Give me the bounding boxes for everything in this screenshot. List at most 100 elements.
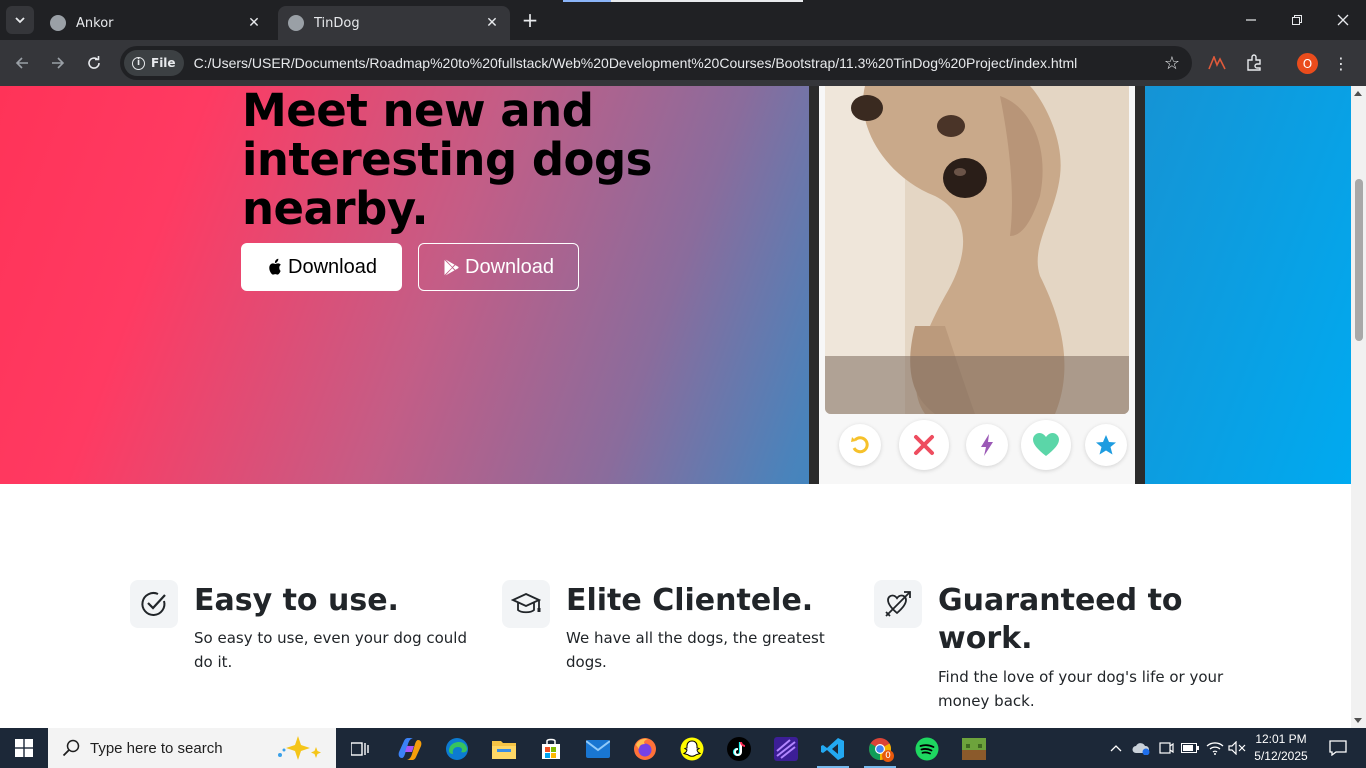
tab-search-button[interactable] xyxy=(6,6,34,34)
show-hidden-icons[interactable] xyxy=(1106,728,1126,768)
profile-avatar[interactable]: O xyxy=(1297,53,1318,74)
phone-screen xyxy=(819,86,1135,484)
weather-tray[interactable] xyxy=(1130,728,1152,768)
globe-icon xyxy=(288,15,304,31)
file-chip-label: File xyxy=(151,56,176,70)
mail-icon xyxy=(586,740,610,758)
extension-acrobat-icon[interactable] xyxy=(1206,52,1228,74)
feature-elite-title: Elite Clientele. xyxy=(566,583,814,618)
bookmark-star-icon[interactable]: ☆ xyxy=(1158,53,1186,74)
cloud-icon xyxy=(1132,743,1150,755)
reload-button[interactable] xyxy=(80,49,108,77)
site-info-chip[interactable]: i File xyxy=(124,50,184,76)
menu-kebab-icon[interactable]: ⋮ xyxy=(1330,52,1352,74)
page-viewport: Meet new and interesting dogs nearby. Do… xyxy=(0,86,1351,728)
scrollbar-thumb[interactable] xyxy=(1355,179,1363,341)
task-view-button[interactable] xyxy=(340,732,380,766)
check-circle-icon xyxy=(141,592,166,616)
snapchat-app[interactable] xyxy=(672,732,712,766)
arrow-left-icon xyxy=(15,57,28,69)
feature-easy-text: So easy to use, even your dog could do i… xyxy=(194,629,467,671)
nope-icon xyxy=(914,435,934,455)
page-load-progress xyxy=(563,0,803,2)
windows-taskbar: Type here to search 0 12:01 PM 5/12/2025 xyxy=(0,728,1366,768)
super-like-button[interactable] xyxy=(1085,424,1127,466)
battery-icon xyxy=(1181,743,1199,753)
chrome-app[interactable]: 0 xyxy=(860,732,900,768)
feature-elite-text: We have all the dogs, the greatest dogs. xyxy=(566,629,825,671)
download-apple-label: Download xyxy=(288,255,377,278)
super-like-icon xyxy=(1096,435,1116,455)
notification-center-button[interactable] xyxy=(1318,728,1358,768)
scroll-up-arrow[interactable] xyxy=(1354,91,1362,96)
minimize-button[interactable] xyxy=(1228,0,1274,40)
close-icon xyxy=(1337,14,1349,26)
feature-guarantee-title: Guaranteed to work. xyxy=(938,583,1183,656)
clock-time: 12:01 PM xyxy=(1255,732,1307,746)
volume-tray[interactable] xyxy=(1226,728,1248,768)
url-text[interactable]: C:/Users/USER/Documents/Roadmap%20to%20f… xyxy=(194,55,1158,71)
tab-tindog[interactable]: TinDog ✕ xyxy=(278,6,510,40)
nope-button[interactable] xyxy=(899,420,949,470)
vscode-app[interactable] xyxy=(813,732,853,768)
taskbar-search-box[interactable]: Type here to search xyxy=(48,728,336,768)
taskbar-clock[interactable]: 12:01 PM 5/12/2025 xyxy=(1248,731,1314,765)
tab-ankor[interactable]: Ankor ✕ xyxy=(40,6,272,40)
close-icon[interactable]: ✕ xyxy=(246,15,262,31)
vscode-icon xyxy=(821,738,844,760)
snapchat-icon xyxy=(680,737,704,761)
address-bar[interactable]: i File C:/Users/USER/Documents/Roadmap%2… xyxy=(120,46,1192,80)
minimize-icon xyxy=(1246,19,1256,21)
clipchamp-icon xyxy=(774,737,798,761)
file-explorer-app[interactable] xyxy=(484,732,524,766)
extensions-puzzle-icon[interactable] xyxy=(1243,52,1265,74)
boost-button[interactable] xyxy=(966,424,1008,466)
camera-icon xyxy=(1159,742,1174,754)
task-view-icon xyxy=(351,742,369,756)
battery-tray[interactable] xyxy=(1179,728,1201,768)
download-apple-button[interactable]: Download xyxy=(241,243,402,291)
tiktok-app[interactable] xyxy=(719,732,759,766)
graduation-cap-icon xyxy=(511,593,541,614)
firefox-icon xyxy=(634,738,656,760)
meet-now-tray[interactable] xyxy=(1156,728,1176,768)
apple-icon xyxy=(269,258,281,275)
wifi-tray[interactable] xyxy=(1204,728,1226,768)
clipchamp-app[interactable] xyxy=(766,732,806,766)
like-button[interactable] xyxy=(1021,420,1071,470)
copilot-icon xyxy=(398,738,422,760)
globe-icon xyxy=(50,15,66,31)
wifi-icon xyxy=(1206,742,1224,755)
edge-app[interactable] xyxy=(437,732,477,766)
spotify-app[interactable] xyxy=(907,732,947,766)
chrome-badge: 0 xyxy=(882,750,894,762)
chevron-down-icon xyxy=(15,17,25,24)
feature-easy-icon-box xyxy=(130,580,178,628)
boost-icon xyxy=(981,434,993,456)
firefox-app[interactable] xyxy=(625,732,665,766)
arrow-right-icon xyxy=(52,57,65,69)
minecraft-app[interactable] xyxy=(954,732,994,766)
feature-elite-icon-box xyxy=(502,580,550,628)
microsoft-store-app[interactable] xyxy=(531,732,571,766)
clock-date: 5/12/2025 xyxy=(1254,749,1308,763)
close-icon[interactable]: ✕ xyxy=(484,15,500,31)
copilot-app[interactable] xyxy=(390,732,430,766)
tab-title: TinDog xyxy=(314,15,360,31)
new-tab-button[interactable]: + xyxy=(518,8,542,32)
feature-guarantee-text: Find the love of your dog's life or your… xyxy=(938,668,1224,710)
search-placeholder: Type here to search xyxy=(90,739,223,757)
forward-button[interactable] xyxy=(44,49,72,77)
back-button[interactable] xyxy=(8,49,36,77)
rewind-button[interactable] xyxy=(839,424,881,466)
download-google-play-button[interactable]: Download xyxy=(418,243,579,291)
close-window-button[interactable] xyxy=(1320,0,1366,40)
start-button[interactable] xyxy=(0,728,48,768)
page-scrollbar[interactable] xyxy=(1351,86,1366,728)
info-icon: i xyxy=(132,56,145,70)
minecraft-icon xyxy=(962,738,986,760)
scroll-down-arrow[interactable] xyxy=(1354,718,1362,723)
restore-button[interactable] xyxy=(1274,0,1320,40)
mail-app[interactable] xyxy=(578,732,618,766)
chevron-up-icon xyxy=(1110,745,1122,752)
